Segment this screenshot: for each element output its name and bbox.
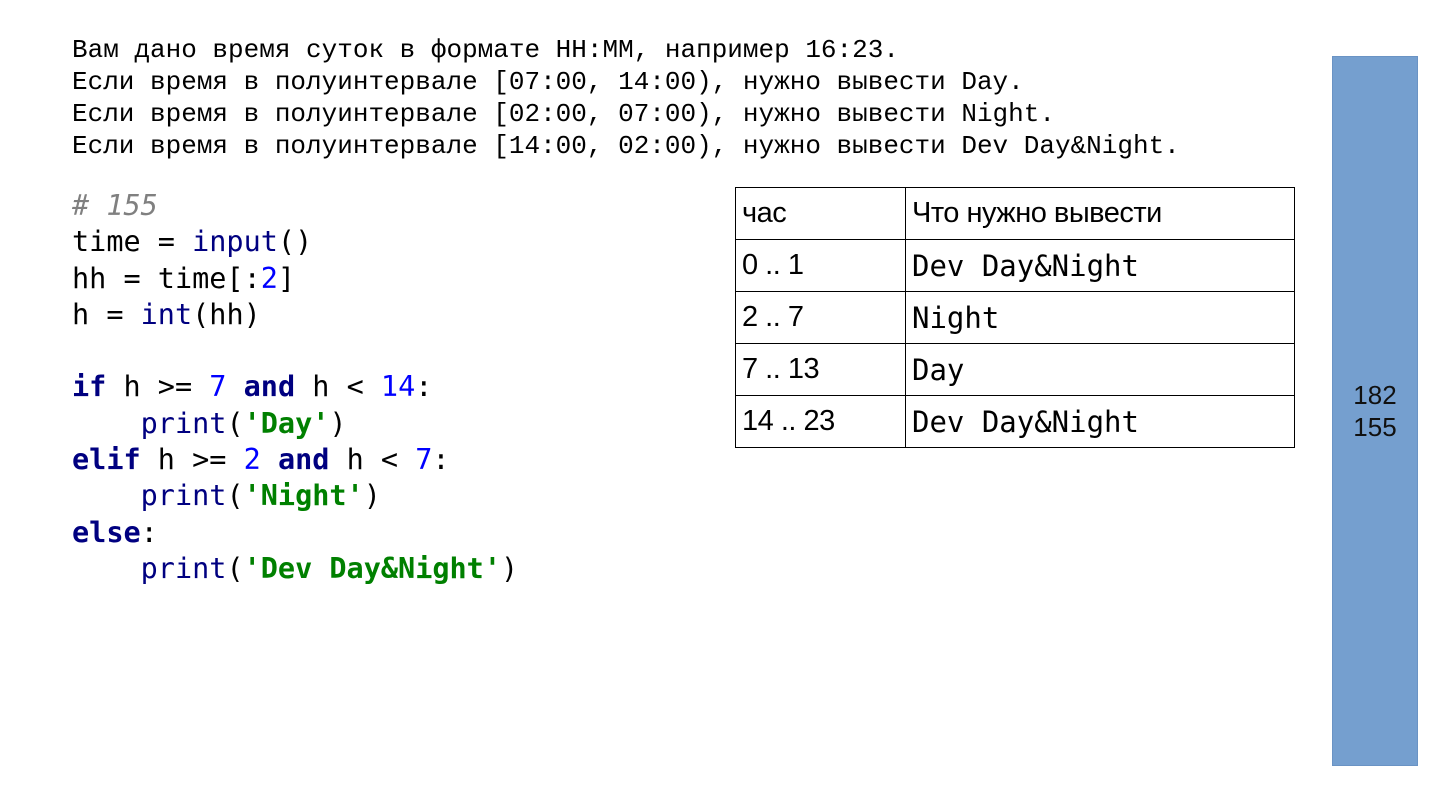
- table-header-row: час Что нужно вывести: [735, 187, 1295, 240]
- code-token-string: 'Dev Day&Night': [243, 551, 501, 585]
- code-token-plain: (hh): [192, 297, 261, 331]
- code-token-keyword: and: [243, 370, 296, 404]
- output-cell: Day: [905, 343, 1295, 396]
- code-token-plain: :: [432, 443, 450, 477]
- code-token-plain: ): [363, 479, 381, 513]
- code-line: # 155: [72, 188, 518, 224]
- code-token-keyword: elif: [72, 443, 141, 477]
- header-output: Что нужно вывести: [905, 187, 1295, 240]
- code-token-builtin: input: [192, 225, 278, 259]
- code-token-plain: h <: [295, 370, 381, 404]
- code-token-plain: :: [415, 370, 433, 404]
- code-token-plain: h <: [329, 443, 416, 477]
- code-line: elif h >= 2 and h < 7:: [72, 442, 518, 478]
- code-line: print('Night'): [72, 478, 518, 514]
- side-number-155: 155: [1353, 412, 1397, 442]
- side-panel: 182 155: [1332, 56, 1418, 766]
- task-line-4: Если время в полуинтервале [14:00, 02:00…: [72, 131, 1180, 161]
- output-cell: Dev Day&Night: [905, 239, 1295, 292]
- code-block: # 155 time = input() hh = time[:2] h = int(…: [72, 188, 518, 587]
- task-line-1: Вам дано время суток в формате HH:MM, на…: [72, 35, 899, 65]
- hours-table: час Что нужно вывести 0 .. 1 Dev Day&Nig…: [735, 187, 1295, 448]
- table-row: 2 .. 7 Night: [735, 291, 1295, 344]
- task-description: Вам дано время суток в формате HH:MM, на…: [72, 34, 1180, 162]
- code-token-plain: ): [501, 551, 519, 585]
- code-token-string: 'Night': [243, 479, 364, 513]
- code-token-plain: (: [226, 406, 244, 440]
- table-row: 14 .. 23 Dev Day&Night: [735, 395, 1295, 448]
- code-token-number: 14: [380, 370, 416, 404]
- hour-range-cell: 0 .. 1: [735, 239, 906, 292]
- code-token-number: 7: [209, 370, 227, 404]
- code-token-builtin: int: [140, 297, 193, 331]
- side-number-182: 182: [1353, 380, 1397, 410]
- code-token-plain: :: [140, 515, 158, 549]
- code-token-plain: ): [329, 406, 347, 440]
- code-line: time = input(): [72, 224, 518, 260]
- hour-range-cell: 14 .. 23: [735, 395, 906, 448]
- code-token-plain: time =: [72, 225, 193, 259]
- code-token-builtin: print: [140, 479, 227, 513]
- code-token-number: 2: [260, 261, 278, 295]
- code-line: print('Day'): [72, 406, 518, 442]
- code-token-plain: h =: [72, 297, 141, 331]
- code-token-keyword: if: [72, 370, 107, 404]
- code-line: print('Dev Day&Night'): [72, 551, 519, 587]
- hour-range-cell: 2 .. 7: [735, 291, 906, 344]
- code-line: if h >= 7 and h < 14:: [72, 369, 518, 405]
- output-cell: Night: [905, 291, 1295, 344]
- task-line-3: Если время в полуинтервале [02:00, 07:00…: [72, 99, 1055, 129]
- code-token-keyword: and: [277, 443, 330, 477]
- code-token-plain: (: [226, 479, 244, 513]
- code-token-number: 2: [243, 443, 261, 477]
- code-line: else:: [72, 515, 518, 551]
- code-token-keyword: else: [72, 515, 141, 549]
- code-token-builtin: print: [140, 406, 227, 440]
- table-row: 0 .. 1 Dev Day&Night: [735, 239, 1295, 292]
- code-token-builtin: print: [140, 551, 227, 585]
- hour-range-cell: 7 .. 13: [735, 343, 906, 396]
- code-token-comment: # 155: [72, 189, 158, 222]
- code-token-plain: ]: [277, 261, 296, 295]
- code-line: h = int(hh): [72, 297, 518, 333]
- code-token-number: 7: [415, 443, 433, 477]
- code-token-plain: h >=: [140, 443, 244, 477]
- code-line: hh = time[:2]: [72, 261, 518, 297]
- code-token-string: 'Day': [243, 406, 330, 440]
- code-token-plain: (: [226, 551, 244, 585]
- code-token-plain: h >=: [106, 370, 210, 404]
- task-line-2: Если время в полуинтервале [07:00, 14:00…: [72, 67, 1024, 97]
- output-cell: Dev Day&Night: [905, 395, 1295, 448]
- table-row: 7 .. 13 Day: [735, 343, 1295, 396]
- code-token-plain: hh = time[:: [72, 261, 261, 295]
- code-token-plain: (): [277, 225, 313, 259]
- header-hour: час: [735, 187, 906, 240]
